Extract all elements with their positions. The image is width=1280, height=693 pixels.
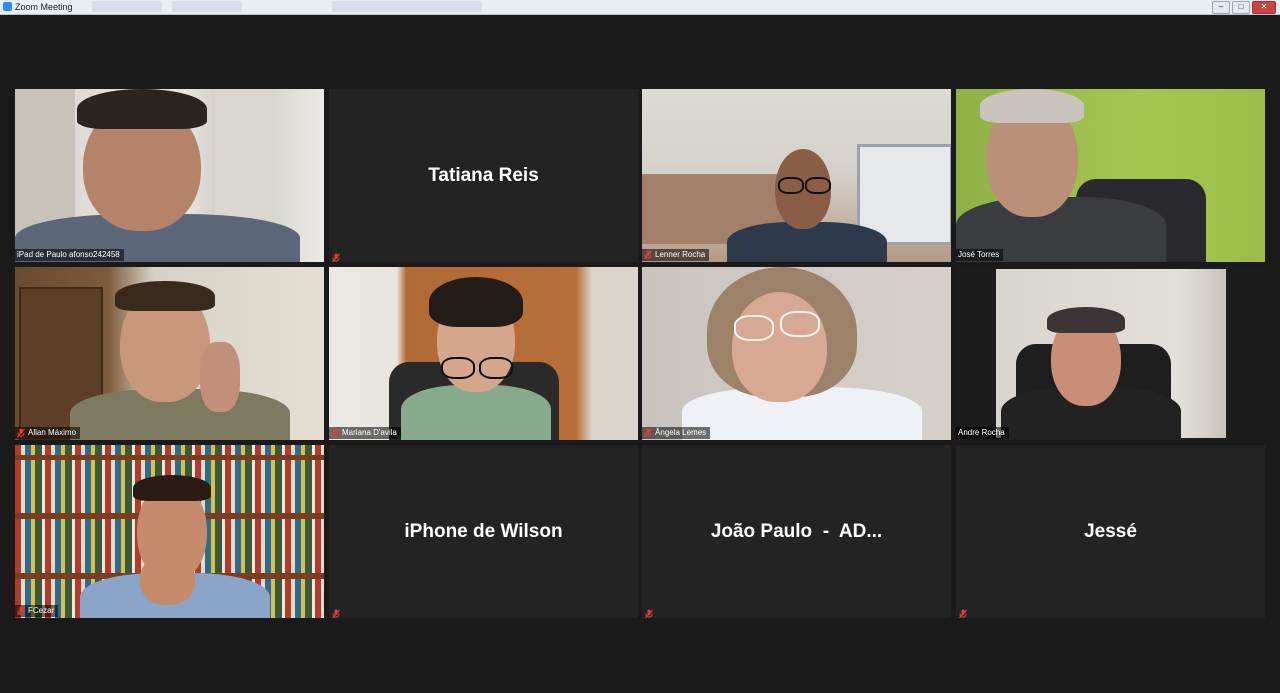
- participant-tile[interactable]: Lenner Rocha: [642, 89, 951, 262]
- participant-video: [956, 89, 1265, 262]
- participant-tile[interactable]: João Paulo - AD...: [642, 445, 951, 618]
- participant-name-large: João Paulo - AD...: [710, 520, 883, 542]
- participant-video: [329, 267, 638, 440]
- participant-nameplate: Lenner Rocha: [642, 249, 710, 261]
- participant-name: Ângela Lemes: [655, 428, 707, 437]
- mic-muted-icon: [645, 606, 653, 618]
- participant-nameplate: Andre Rocha: [956, 427, 1009, 439]
- participant-video: [956, 267, 1265, 440]
- participant-name-large: Tatiana Reis: [428, 164, 539, 186]
- maximize-button[interactable]: □: [1232, 1, 1250, 14]
- participant-video: [15, 89, 324, 262]
- participant-tile[interactable]: Mariana D'avila: [329, 267, 638, 440]
- participant-name: Allan Máximo: [28, 428, 77, 437]
- participant-tile[interactable]: José Torres: [956, 89, 1265, 262]
- participant-tile[interactable]: FCezar: [15, 445, 324, 618]
- participant-tile-active-speaker[interactable]: Andre Rocha: [956, 267, 1265, 440]
- zoom-app-icon: [3, 2, 12, 11]
- participant-name: iPad de Paulo afonso242458: [17, 250, 120, 259]
- participant-nameplate: Ângela Lemes: [642, 427, 711, 439]
- participant-tile[interactable]: Tatiana Reis: [329, 89, 638, 262]
- participant-video: [642, 267, 951, 440]
- participant-name: Lenner Rocha: [655, 250, 706, 259]
- participant-nameplate: Mariana D'avila: [329, 427, 401, 439]
- participant-video: [15, 267, 324, 440]
- participant-video: [15, 445, 324, 618]
- mic-muted-icon: [644, 428, 652, 438]
- participant-nameplate: FCezar: [15, 605, 59, 617]
- participant-name-large: Jessé: [1084, 520, 1137, 542]
- minimize-button[interactable]: –: [1212, 1, 1230, 14]
- mic-muted-icon: [644, 250, 652, 260]
- participant-name: Mariana D'avila: [342, 428, 397, 437]
- participant-video: [642, 89, 951, 262]
- participant-tile[interactable]: Allan Máximo: [15, 267, 324, 440]
- participant-name-large: iPhone de Wilson: [404, 520, 563, 542]
- participant-tile[interactable]: iPad de Paulo afonso242458: [15, 89, 324, 262]
- participant-name: FCezar: [28, 606, 55, 615]
- taskbar-ghost-item: [92, 1, 162, 12]
- participant-nameplate: iPad de Paulo afonso242458: [15, 249, 124, 261]
- participant-nameplate: José Torres: [956, 249, 1004, 261]
- gallery-view: iPad de Paulo afonso242458 Tatiana Reis …: [15, 89, 1266, 619]
- mic-muted-icon: [332, 250, 340, 262]
- mic-muted-icon: [959, 606, 967, 618]
- mic-muted-icon: [17, 606, 25, 616]
- participant-tile[interactable]: Ângela Lemes: [642, 267, 951, 440]
- window-titlebar: Zoom Meeting – □ ✕: [0, 0, 1280, 15]
- close-button[interactable]: ✕: [1252, 1, 1276, 14]
- participant-tile[interactable]: iPhone de Wilson: [329, 445, 638, 618]
- taskbar-ghost-item: [332, 1, 482, 12]
- participant-name: Andre Rocha: [958, 428, 1005, 437]
- mic-muted-icon: [332, 606, 340, 618]
- mic-muted-icon: [331, 428, 339, 438]
- participant-nameplate: Allan Máximo: [15, 427, 81, 439]
- taskbar-ghost-item: [172, 1, 242, 12]
- window-title: Zoom Meeting: [15, 2, 73, 12]
- participant-tile[interactable]: Jessé: [956, 445, 1265, 618]
- mic-muted-icon: [17, 428, 25, 438]
- participant-name: José Torres: [958, 250, 1000, 259]
